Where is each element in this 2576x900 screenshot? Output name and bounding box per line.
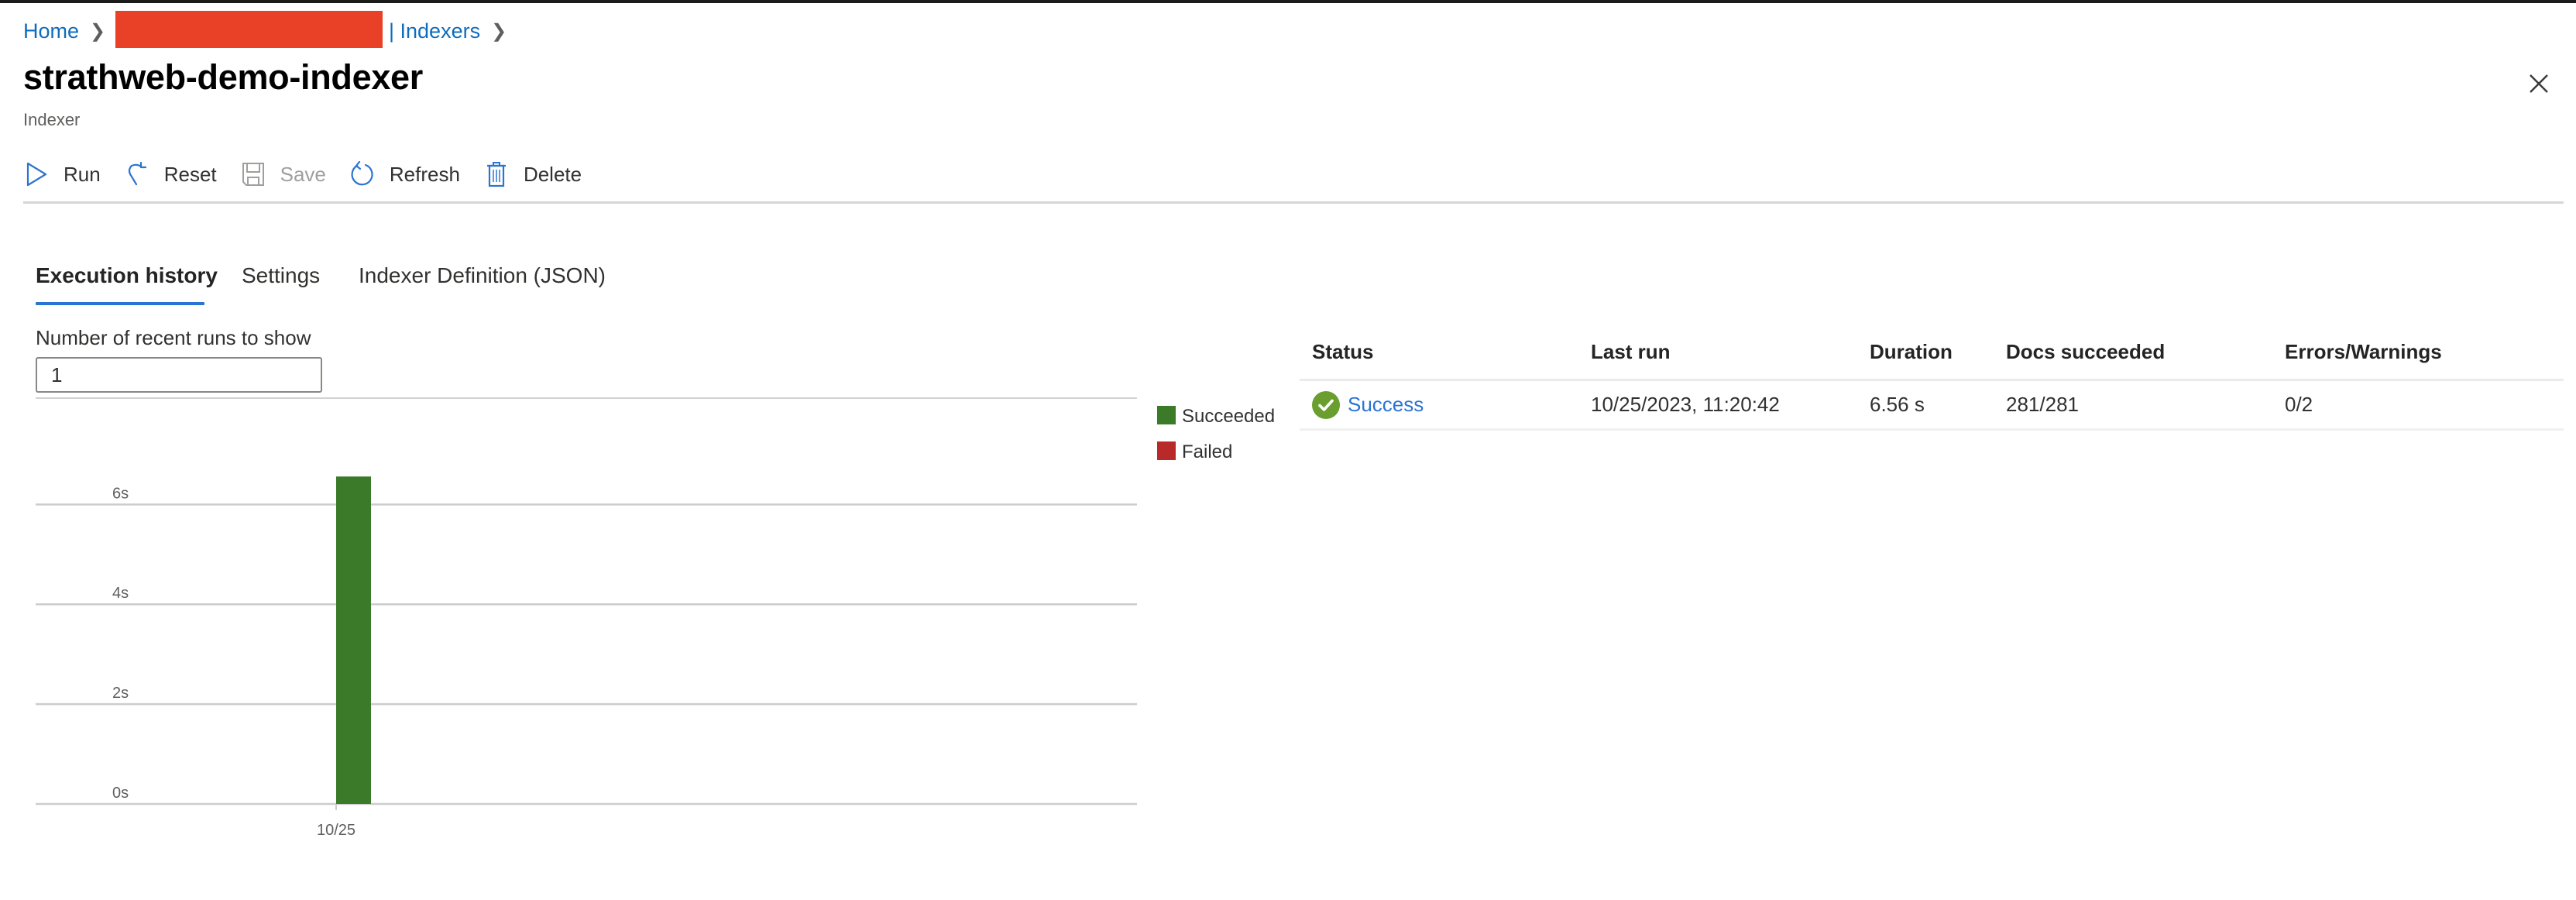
- tab-indexer-definition-json[interactable]: Indexer Definition (JSON): [359, 263, 606, 288]
- save-label: Save: [280, 162, 326, 186]
- legend-label-failed: Failed: [1182, 441, 1232, 462]
- breadcrumb: Home ❯: [23, 15, 118, 46]
- reset-icon: [128, 161, 146, 186]
- reset-button[interactable]: Reset: [124, 156, 217, 192]
- check-circle-icon: [1312, 390, 1340, 419]
- chevron-right-icon: ❯: [491, 20, 507, 42]
- close-icon: [2530, 74, 2548, 93]
- close-button[interactable]: [2526, 71, 2551, 96]
- column-header-status[interactable]: Status: [1300, 340, 1578, 364]
- run-label: Run: [64, 162, 101, 186]
- column-header-docs-succeeded[interactable]: Docs succeeded: [1994, 340, 2272, 364]
- active-tab-indicator: [36, 302, 204, 305]
- play-icon: [26, 162, 47, 187]
- status-cell: Success: [1300, 390, 1578, 419]
- execution-history-table: Status Last run Duration Docs succeeded …: [1300, 325, 2564, 431]
- breadcrumb-home[interactable]: Home: [23, 19, 79, 43]
- column-header-errors-warnings[interactable]: Errors/Warnings: [2272, 340, 2564, 364]
- refresh-label: Refresh: [389, 162, 460, 186]
- command-bar: Run Reset Save Refresh Delete: [23, 156, 605, 192]
- bar-succeeded: [336, 476, 371, 804]
- execution-history-chart: 0s 2s 4s 6s 10/25 Succeeded Failed: [36, 397, 1275, 839]
- refresh-button[interactable]: Refresh: [349, 156, 460, 192]
- window-top-bar: [0, 0, 2576, 3]
- legend-label-succeeded: Succeeded: [1182, 406, 1275, 427]
- table-header-row: Status Last run Duration Docs succeeded …: [1300, 325, 2564, 381]
- delete-label: Delete: [523, 162, 582, 186]
- last-run-cell: 10/25/2023, 11:20:42: [1591, 393, 1780, 416]
- refresh-icon: [351, 161, 373, 186]
- duration-cell: 6.56 s: [1870, 393, 1925, 416]
- status-link[interactable]: Success: [1348, 393, 1424, 417]
- errors-warnings-cell: 0/2: [2285, 393, 2313, 416]
- tab-execution-history[interactable]: Execution history: [36, 263, 218, 288]
- chevron-right-icon: ❯: [90, 20, 106, 42]
- breadcrumb-tail: | Indexers ❯: [389, 15, 519, 46]
- y-tick-label: 0s: [112, 785, 129, 802]
- reset-label: Reset: [163, 162, 217, 186]
- y-tick-label: 6s: [112, 485, 129, 502]
- redacted-breadcrumb-item: [115, 11, 383, 48]
- tab-settings[interactable]: Settings: [242, 263, 320, 288]
- docs-succeeded-cell: 281/281: [2006, 393, 2079, 416]
- save-button[interactable]: Save: [240, 156, 326, 192]
- legend-swatch-succeeded: [1157, 406, 1176, 424]
- breadcrumb-indexers[interactable]: | Indexers: [389, 19, 480, 43]
- y-tick-label: 4s: [112, 585, 129, 602]
- delete-icon: [486, 162, 506, 187]
- legend-swatch-failed: [1157, 441, 1176, 460]
- column-header-last-run[interactable]: Last run: [1578, 340, 1857, 364]
- save-icon: [242, 163, 264, 186]
- page-subtitle: Indexer: [23, 110, 81, 129]
- page-title: strathweb-demo-indexer: [23, 57, 423, 97]
- runs-count-label: Number of recent runs to show: [36, 326, 311, 349]
- delete-button[interactable]: Delete: [483, 156, 582, 192]
- column-header-duration[interactable]: Duration: [1857, 340, 1994, 364]
- x-tick-label: 10/25: [317, 822, 355, 839]
- y-tick-label: 2s: [112, 685, 129, 702]
- run-button[interactable]: Run: [23, 156, 101, 192]
- toolbar-divider: [23, 201, 2564, 204]
- table-row[interactable]: Success 10/25/2023, 11:20:42 6.56 s 281/…: [1300, 381, 2564, 431]
